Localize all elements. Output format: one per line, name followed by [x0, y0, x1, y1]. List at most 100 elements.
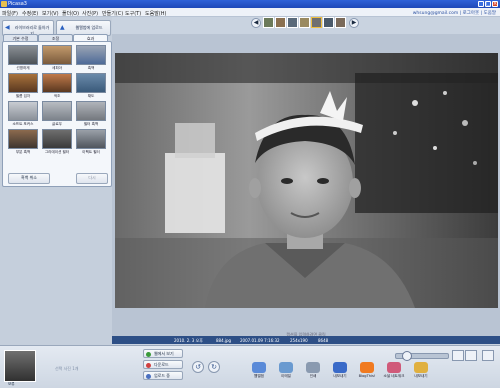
effect-glow[interactable]: 글로우: [42, 101, 72, 128]
effect-sharpen[interactable]: 선명하게: [8, 45, 38, 72]
next-photo-button[interactable]: ▶: [349, 18, 359, 28]
effect-thumbnail: [8, 101, 38, 121]
effect-soft-focus[interactable]: 소프트 포커스: [8, 101, 38, 128]
account-email[interactable]: whsung@gmail.com: [413, 11, 458, 16]
uploading-button[interactable]: 업로드 중: [143, 371, 183, 380]
effect-thumbnail: [76, 45, 106, 65]
export-icon: [333, 362, 347, 373]
menu-edit[interactable]: 수정(E): [22, 10, 38, 17]
undo-effect-button[interactable]: 흑백 취소: [8, 173, 50, 184]
effects-grid: 선명하게 세피아 흑백 필름 입자 색조 채도 소프트 포커스 글로우 필터 흑…: [2, 41, 112, 187]
info-timestamp: 2007.01.09 7:16:32: [240, 337, 280, 343]
upload-icon: ▲: [60, 24, 65, 31]
filmstrip-thumbnail[interactable]: [299, 17, 310, 28]
zoom-fit-button[interactable]: [452, 350, 464, 361]
collage-action[interactable]: 소셜 네트워크: [382, 362, 406, 379]
menu-folder[interactable]: 폴더(O): [62, 10, 79, 17]
zoom-slider[interactable]: [395, 351, 449, 361]
effect-label: 그라데이션 필터: [44, 150, 70, 154]
left-edit-panel: ◀ 라이브러리로 돌아가기 ▲ 웹앨범에 업로드 기본 수정 조정 효과 선명하…: [0, 17, 112, 345]
filmstrip-thumbnail[interactable]: [287, 17, 298, 28]
green-dot-icon: [146, 352, 151, 357]
effect-label: 색조: [53, 94, 61, 98]
effect-label: 소프트 포커스: [12, 122, 34, 126]
filmstrip-thumbnail[interactable]: [263, 17, 274, 28]
filmstrip-thumbnail[interactable]: [335, 17, 346, 28]
account-area: whsung@gmail.com | 로그아웃 | 도움말: [412, 11, 496, 16]
previous-photo-button[interactable]: ◀: [251, 18, 261, 28]
action-label: 이메일: [281, 374, 291, 378]
photo-image: [115, 53, 498, 308]
close-button[interactable]: ×: [492, 1, 498, 7]
upload-label: 웹앨범에 업로드: [75, 25, 103, 30]
title-bar: Picasa3 _ □ ×: [0, 0, 500, 8]
menu-help[interactable]: 도움말(H): [145, 10, 166, 17]
action-label: 내보내기: [333, 374, 347, 378]
effect-label: 세피아: [52, 66, 62, 70]
effect-bw[interactable]: 흑백: [76, 45, 106, 72]
effect-thumbnail: [42, 129, 72, 149]
effect-filtered-bw[interactable]: 필터 흑백: [76, 101, 106, 128]
info-date: 2010. 2. 3 오후: [174, 337, 203, 343]
effect-film-grain[interactable]: 필름 입자: [8, 73, 38, 100]
effect-label: 채도: [87, 94, 95, 98]
view-on-web-button[interactable]: 웹에서 보기: [143, 349, 183, 358]
effect-saturation[interactable]: 채도: [76, 73, 106, 100]
filmstrip-thumbnail[interactable]: [275, 17, 286, 28]
effect-label: 이펙트 필터: [82, 150, 100, 154]
effect-vignette[interactable]: 이펙트 필터: [76, 129, 106, 156]
menu-create[interactable]: 만들기(C): [102, 10, 123, 17]
filmstrip-thumbnail[interactable]: [323, 17, 334, 28]
zoom-slider-handle[interactable]: [402, 351, 412, 361]
minimize-button[interactable]: _: [478, 1, 484, 7]
filmstrip-thumbnail-selected[interactable]: [311, 17, 322, 28]
blogger-icon: [360, 362, 374, 373]
effect-focal-bw[interactable]: 부분 흑백: [8, 129, 38, 156]
action-label: 소셜 네트워크: [383, 374, 405, 378]
hold-label: 보류: [8, 382, 15, 386]
email-action[interactable]: 이메일: [274, 362, 298, 379]
effect-label: 부분 흑백: [15, 150, 31, 154]
action-label: 내보내기: [414, 374, 428, 378]
left-arrow-icon: ◀: [253, 19, 259, 26]
blue-dot-icon: [146, 374, 151, 379]
print-action[interactable]: 인쇄: [301, 362, 325, 379]
effect-graduated-tint[interactable]: 그라데이션 필터: [42, 129, 72, 156]
collage-icon: [387, 362, 401, 373]
sign-out-link[interactable]: 로그아웃: [463, 11, 480, 16]
redo-button[interactable]: 다시: [76, 173, 108, 184]
effect-label: 선명하게: [16, 66, 30, 70]
effect-tint[interactable]: 색조: [42, 73, 72, 100]
effect-thumbnail: [8, 129, 38, 149]
help-link[interactable]: 도움말: [484, 11, 496, 16]
info-filename: 884.jpg: [216, 337, 232, 343]
main-photo[interactable]: [115, 53, 498, 308]
effect-thumbnail: [42, 101, 72, 121]
effect-label: 흑백: [87, 66, 95, 70]
menu-view[interactable]: 보기(V): [42, 10, 59, 17]
export-action[interactable]: 내보내기: [328, 362, 352, 379]
web-album-action[interactable]: 웹앨범: [247, 362, 271, 379]
fullscreen-button[interactable]: [482, 350, 494, 361]
effect-thumbnail: [8, 45, 38, 65]
action-label: 웹앨범: [254, 374, 264, 378]
effect-thumbnail: [76, 101, 106, 121]
zoom-actual-button[interactable]: [465, 350, 477, 361]
menu-file[interactable]: 파일(F): [2, 10, 18, 17]
rotate-right-button[interactable]: ↻: [208, 361, 220, 373]
menu-picture[interactable]: 사진(P): [82, 10, 98, 17]
effect-thumbnail: [76, 73, 106, 93]
folder-icon: [414, 362, 428, 373]
download-label: 다운로드: [154, 362, 169, 367]
blogthis-action[interactable]: BlogThis!: [355, 362, 379, 378]
effect-thumbnail: [76, 129, 106, 149]
selection-thumbnail[interactable]: [4, 350, 36, 382]
maximize-button[interactable]: □: [485, 1, 491, 7]
menu-tools[interactable]: 도구(T): [125, 10, 141, 17]
download-button[interactable]: 다운로드: [143, 360, 183, 369]
info-size: 8648: [318, 337, 329, 343]
export-folder-action[interactable]: 내보내기: [409, 362, 433, 379]
rotate-left-button[interactable]: ↺: [192, 361, 204, 373]
photo-viewer: 캡션을 입력하려면 클릭: [112, 34, 500, 337]
effect-sepia[interactable]: 세피아: [42, 45, 72, 72]
